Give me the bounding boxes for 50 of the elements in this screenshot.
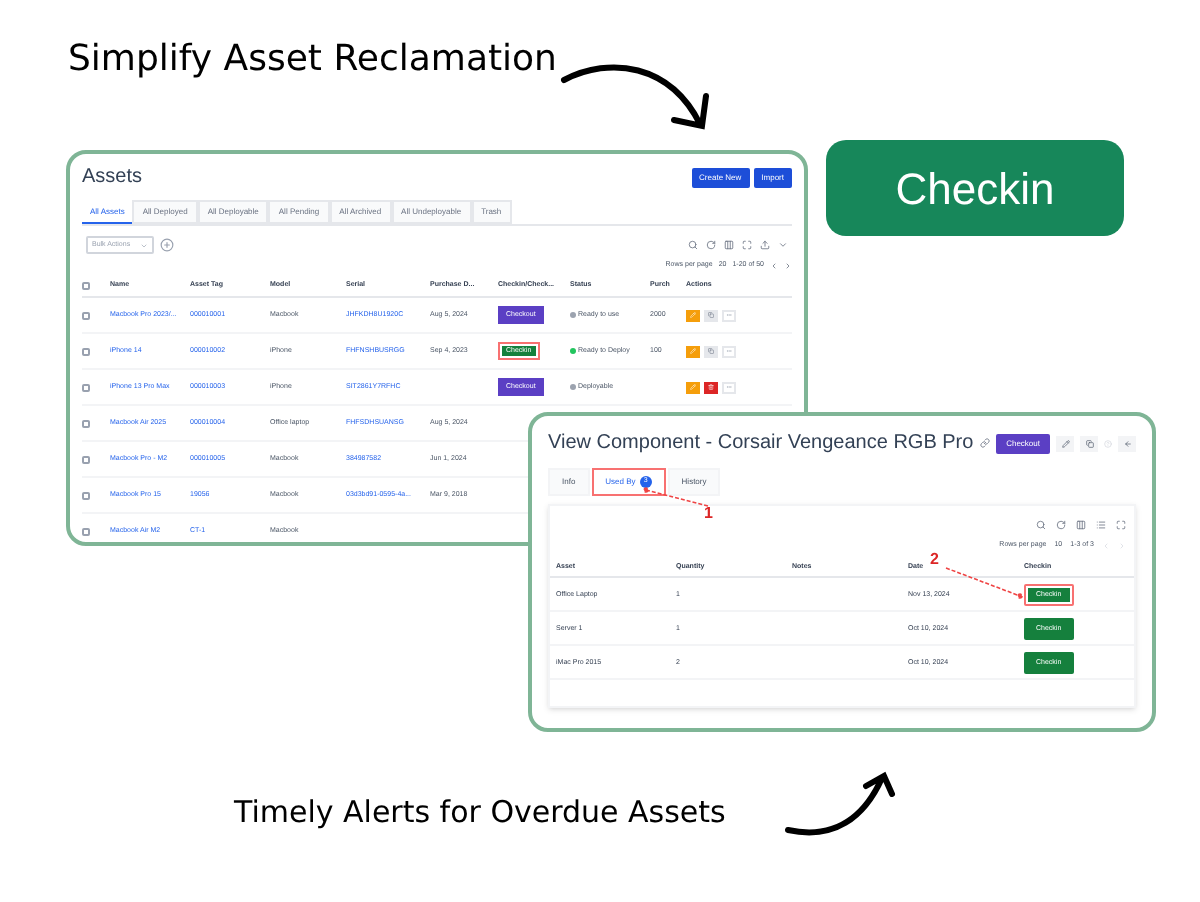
clone-button[interactable] [1080, 435, 1098, 451]
fullscreen-icon[interactable] [1116, 520, 1126, 530]
pencil-icon [690, 384, 696, 391]
edit-button[interactable] [686, 345, 700, 358]
headline: Simplify Asset Reclamation [68, 36, 557, 84]
chevron-down-icon[interactable] [778, 240, 788, 250]
delete-button[interactable] [704, 381, 718, 394]
list-icon[interactable] [1096, 520, 1106, 530]
export-icon[interactable] [760, 240, 770, 250]
link-icon[interactable] [979, 438, 990, 448]
checkbox[interactable] [82, 281, 90, 290]
annotation-number: 2 [930, 548, 939, 572]
search-icon[interactable] [688, 240, 698, 250]
window-title: View Component - Corsair Vengeance RGB Pro [548, 430, 974, 458]
copy-icon [1085, 439, 1093, 447]
clone-button[interactable] [704, 345, 718, 358]
edit-button[interactable] [686, 381, 700, 394]
fullscreen-icon[interactable] [742, 240, 752, 250]
pencil-icon [690, 348, 696, 355]
arrow-left-icon [1123, 439, 1131, 447]
annotation-arrow [643, 487, 709, 507]
pencil-icon [690, 312, 696, 319]
checkbox[interactable] [82, 455, 90, 464]
search-icon[interactable] [1036, 520, 1046, 530]
back-button[interactable] [1118, 435, 1136, 451]
copy-icon [708, 312, 714, 319]
more-button[interactable] [722, 309, 736, 322]
add-icon[interactable] [160, 238, 174, 252]
pencil-icon [1061, 439, 1069, 447]
checkbox[interactable] [82, 419, 90, 428]
checkbox[interactable] [82, 383, 90, 392]
edit-button[interactable] [686, 309, 700, 322]
page-title: Assets [82, 164, 143, 192]
edit-button[interactable] [1056, 435, 1074, 451]
curved-arrow-icon [784, 768, 900, 840]
annotation-number: 1 [704, 502, 713, 526]
headline: Timely Alerts for Overdue Assets [234, 792, 726, 834]
checkbox[interactable] [82, 311, 90, 320]
columns-icon[interactable] [1076, 520, 1086, 530]
trash-icon [708, 384, 714, 391]
checkbox[interactable] [82, 527, 90, 536]
refresh-icon[interactable] [706, 240, 716, 250]
copy-icon [708, 348, 714, 355]
clone-button[interactable] [704, 309, 718, 322]
refresh-icon[interactable] [1056, 520, 1066, 530]
checkbox[interactable] [82, 347, 90, 356]
columns-icon[interactable] [724, 240, 734, 250]
checkin-button[interactable]: Checkin [826, 140, 1124, 236]
more-button[interactable] [722, 345, 736, 358]
checkbox[interactable] [82, 491, 90, 500]
